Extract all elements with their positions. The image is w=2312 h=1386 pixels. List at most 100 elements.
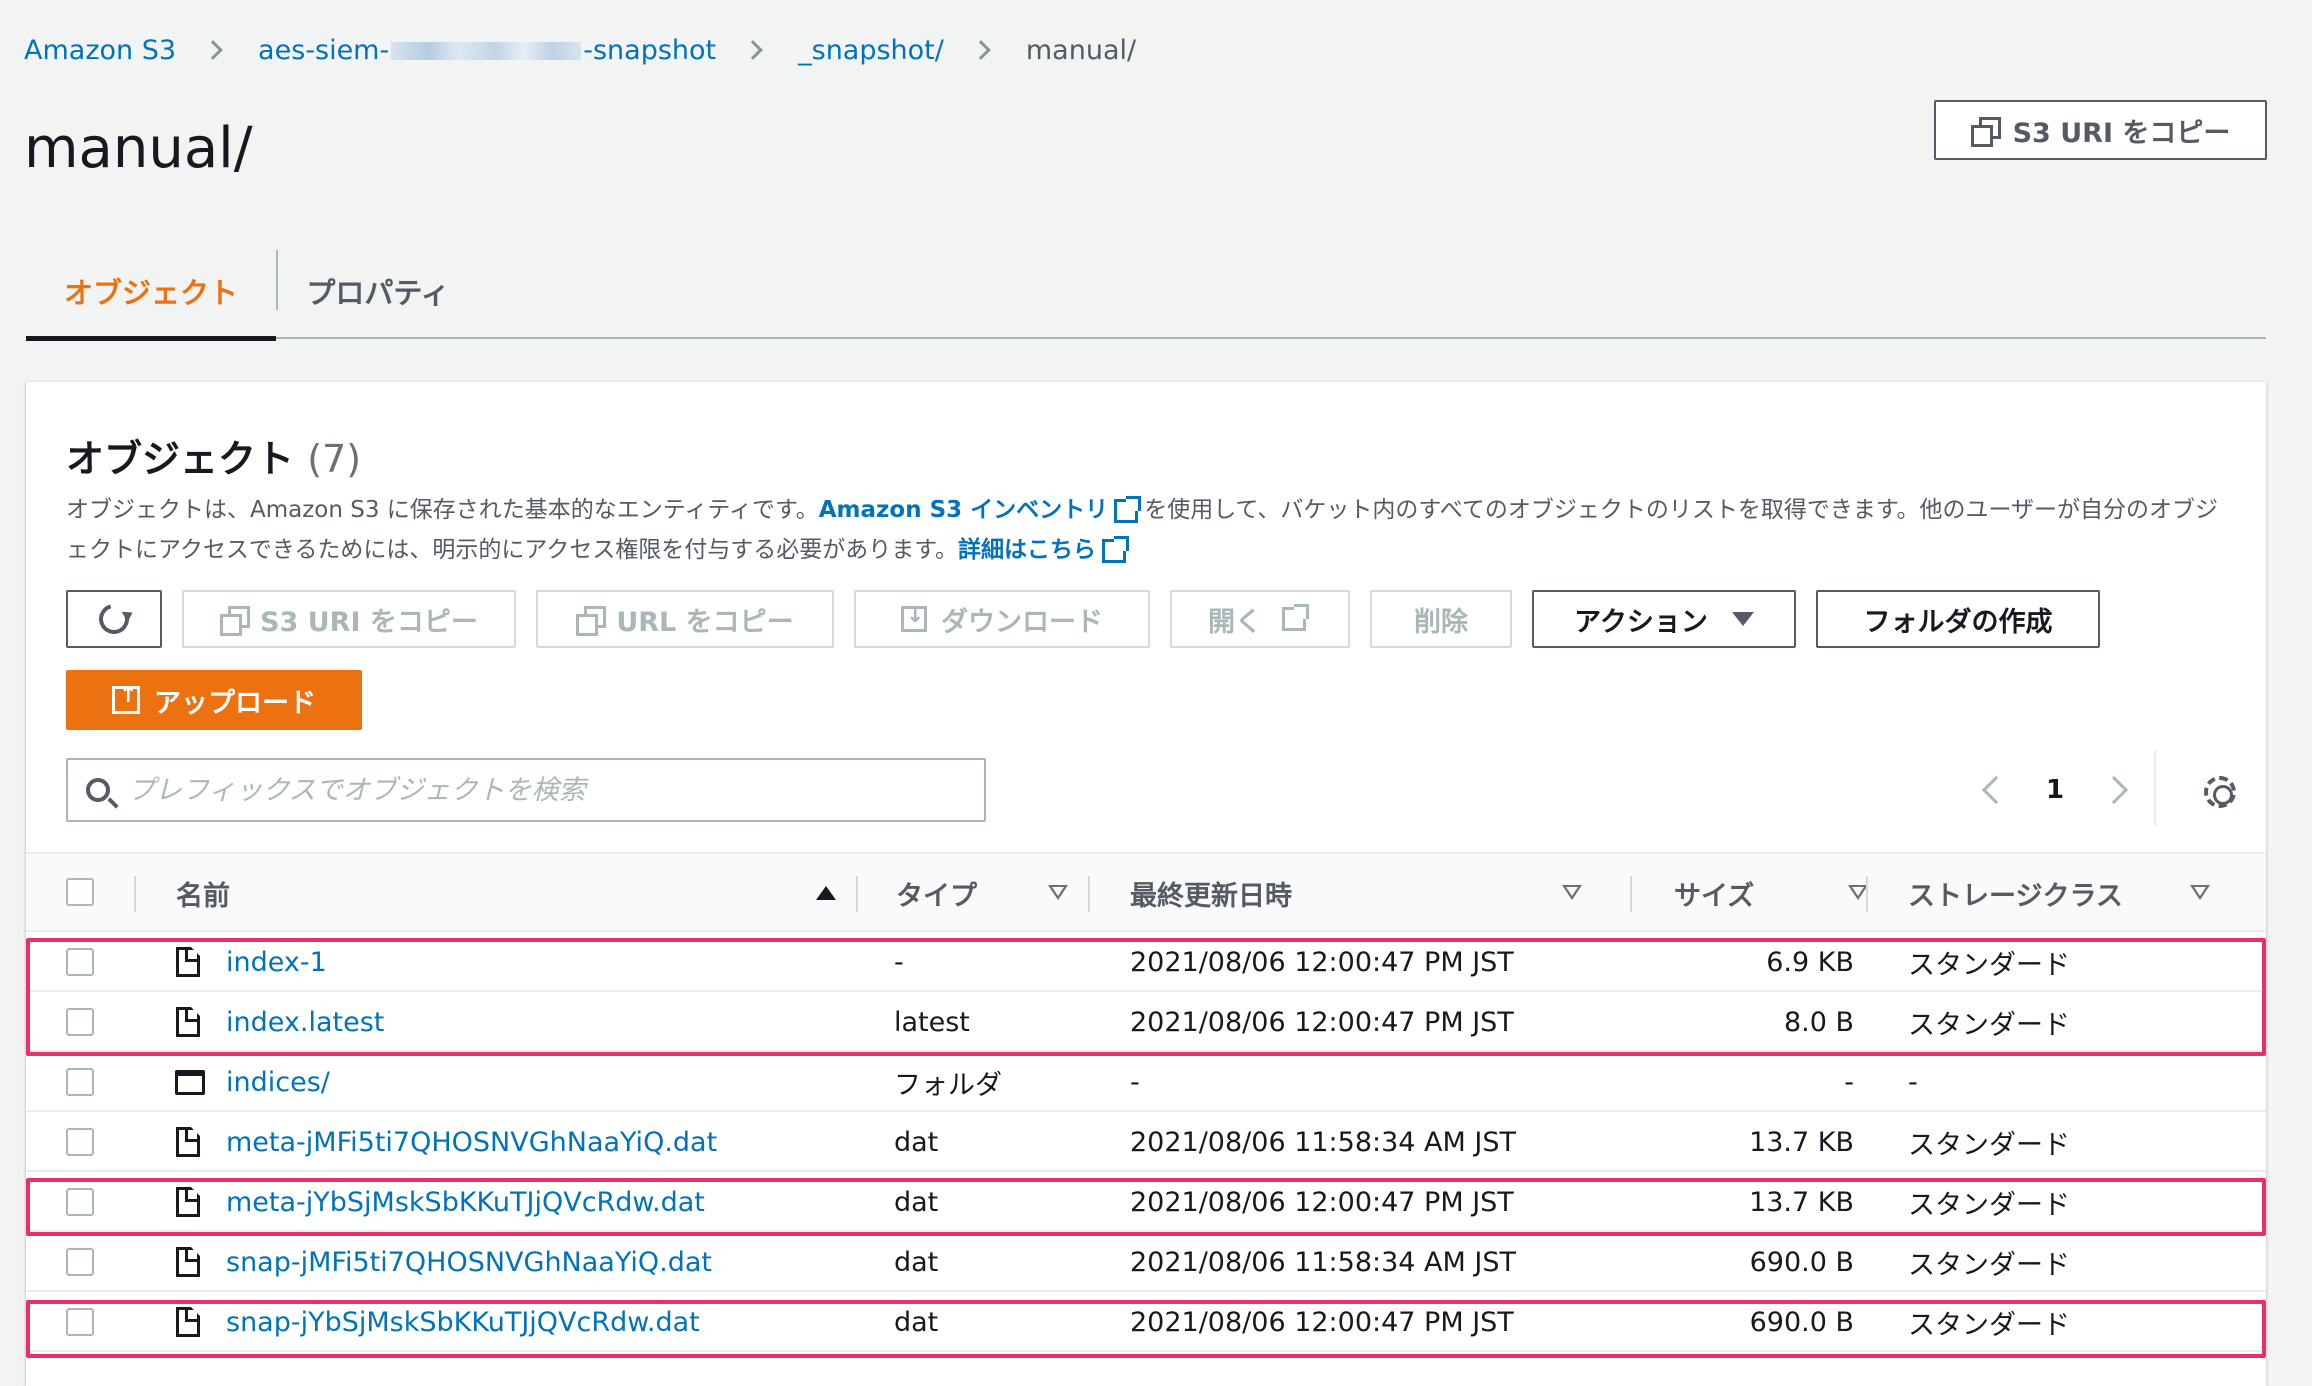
sort-icon — [2190, 885, 2210, 901]
tab-properties[interactable]: プロパティ — [278, 245, 478, 337]
download-icon — [901, 603, 927, 632]
copy-url-label: URL をコピー — [616, 606, 794, 638]
download-button[interactable]: ダウンロード — [854, 590, 1150, 648]
breadcrumb: Amazon S3 aes-siem- -snapshot _snapshot/ … — [24, 30, 1136, 70]
actions-dropdown[interactable]: アクション — [1532, 590, 1796, 648]
objects-table-body: index-1 - 2021/08/06 12:00:47 PM JST 6.9… — [26, 932, 2266, 1352]
column-name-label: 名前 — [176, 880, 230, 912]
search-box — [66, 758, 986, 822]
object-size: - — [1844, 1066, 1854, 1098]
upload-label: アップロード — [154, 687, 316, 719]
chevron-right-icon — [743, 40, 764, 60]
open-label: 開く — [1208, 606, 1262, 638]
column-divider — [1088, 876, 1090, 912]
file-icon — [176, 1187, 200, 1217]
breadcrumb-bucket[interactable]: aes-siem- -snapshot — [258, 35, 716, 66]
object-name-link[interactable]: snap-jYbSjMskSbKKuTJjQVcRdw.dat — [226, 1292, 700, 1352]
tab-objects[interactable]: オブジェクト — [26, 245, 276, 341]
refresh-button[interactable] — [66, 590, 162, 648]
tab-bar: オブジェクト プロパティ — [26, 245, 2266, 341]
learn-more-link[interactable]: 詳細はこちら — [958, 537, 1096, 563]
table-row: meta-jMFi5ti7QHOSNVGhNaaYiQ.dat dat 2021… — [26, 1112, 2266, 1172]
chevron-right-icon — [203, 40, 223, 60]
object-type: dat — [894, 1306, 939, 1338]
object-name-link[interactable]: index.latest — [226, 992, 384, 1052]
copy-icon — [1970, 117, 2001, 147]
column-header-storage[interactable]: ストレージクラス — [1908, 854, 2210, 932]
file-icon — [176, 1307, 200, 1337]
object-storage-class: スタンダード — [1908, 1309, 2070, 1341]
search-icon — [86, 778, 110, 802]
column-header-type[interactable]: タイプ — [896, 854, 1068, 932]
object-name-link[interactable]: meta-jMFi5ti7QHOSNVGhNaaYiQ.dat — [226, 1112, 717, 1172]
inventory-link[interactable]: Amazon S3 インベントリ — [819, 497, 1108, 523]
file-icon — [176, 1007, 200, 1037]
objects-heading-title: オブジェクト — [66, 437, 295, 481]
folder-icon — [175, 1070, 205, 1095]
column-divider — [134, 876, 136, 912]
pager-divider — [2154, 750, 2156, 826]
desc-text-1: オブジェクトは、Amazon S3 に保存された基本的なエンティティです。 — [66, 497, 819, 523]
object-storage-class: スタンダード — [1908, 1249, 2070, 1281]
object-storage-class: - — [1908, 1066, 1918, 1098]
column-header-name[interactable]: 名前 — [176, 854, 836, 932]
create-folder-button[interactable]: フォルダの作成 — [1816, 590, 2100, 648]
row-checkbox[interactable] — [66, 1008, 94, 1036]
breadcrumb-amazon-s3[interactable]: Amazon S3 — [24, 35, 176, 66]
row-checkbox[interactable] — [66, 948, 94, 976]
row-checkbox[interactable] — [66, 1068, 94, 1096]
next-page-icon[interactable] — [2099, 775, 2129, 805]
create-folder-label: フォルダの作成 — [1863, 606, 2053, 638]
object-size: 8.0 B — [1783, 1006, 1854, 1038]
upload-icon — [112, 683, 140, 714]
object-size: 13.7 KB — [1749, 1126, 1854, 1158]
breadcrumb-snapshot-folder[interactable]: _snapshot/ — [798, 35, 944, 66]
select-all-checkbox[interactable] — [66, 878, 94, 906]
file-icon — [176, 1247, 200, 1277]
previous-page-icon[interactable] — [1981, 775, 2011, 805]
open-button[interactable]: 開く — [1170, 590, 1350, 648]
copy-s3-uri-button[interactable]: S3 URI をコピー — [1934, 100, 2267, 160]
column-header-size[interactable]: サイズ — [1674, 854, 1868, 932]
copy-icon — [220, 606, 251, 636]
chevron-right-icon — [970, 40, 991, 60]
row-checkbox[interactable] — [66, 1248, 94, 1276]
object-storage-class: スタンダード — [1908, 949, 2070, 981]
objects-description: オブジェクトは、Amazon S3 に保存された基本的なエンティティです。Ama… — [66, 490, 2236, 570]
object-size: 690.0 B — [1749, 1306, 1854, 1338]
current-page[interactable]: 1 — [2046, 775, 2064, 805]
object-modified: - — [1130, 1066, 1140, 1098]
object-name-link[interactable]: snap-jMFi5ti7QHOSNVGhNaaYiQ.dat — [226, 1232, 712, 1292]
object-size: 13.7 KB — [1749, 1186, 1854, 1218]
row-checkbox[interactable] — [66, 1128, 94, 1156]
breadcrumb-current: manual/ — [1025, 34, 1137, 66]
external-link-icon — [1282, 604, 1309, 631]
object-type: フォルダ — [894, 1069, 1002, 1101]
bucket-prefix: aes-siem- — [258, 34, 390, 66]
pagination: 1 — [1981, 758, 2129, 822]
object-type: - — [894, 946, 904, 978]
delete-button[interactable]: 削除 — [1370, 590, 1512, 648]
copy-url-button[interactable]: URL をコピー — [536, 590, 834, 648]
actions-label: アクション — [1574, 606, 1708, 638]
object-name-link[interactable]: meta-jYbSjMskSbKKuTJjQVcRdw.dat — [226, 1172, 705, 1232]
upload-button[interactable]: アップロード — [66, 670, 362, 730]
column-divider — [1866, 876, 1868, 912]
table-header: 名前 タイプ 最終更新日時 サイズ ストレージクラス — [26, 852, 2266, 932]
redacted-bucket-id — [391, 42, 582, 60]
object-modified: 2021/08/06 12:00:47 PM JST — [1130, 1186, 1514, 1218]
table-row: snap-jYbSjMskSbKKuTJjQVcRdw.dat dat 2021… — [26, 1292, 2266, 1352]
column-header-modified[interactable]: 最終更新日時 — [1130, 854, 1582, 932]
object-type: dat — [894, 1126, 939, 1158]
object-name-link[interactable]: indices/ — [226, 1052, 330, 1112]
object-storage-class: スタンダード — [1908, 1189, 2070, 1221]
copy-s3-uri-toolbar-label: S3 URI をコピー — [260, 606, 478, 638]
search-input[interactable] — [128, 774, 968, 806]
object-name-link[interactable]: index-1 — [226, 932, 327, 992]
row-checkbox[interactable] — [66, 1188, 94, 1216]
row-checkbox[interactable] — [66, 1308, 94, 1336]
gear-icon[interactable] — [2204, 776, 2236, 808]
table-row: snap-jMFi5ti7QHOSNVGhNaaYiQ.dat dat 2021… — [26, 1232, 2266, 1292]
copy-s3-uri-toolbar-button[interactable]: S3 URI をコピー — [182, 590, 516, 648]
external-link-icon — [1114, 495, 1142, 523]
